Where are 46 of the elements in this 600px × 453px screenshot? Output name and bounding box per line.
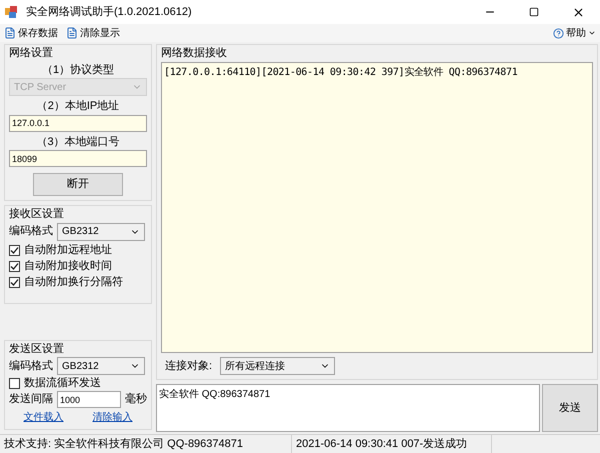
receive-text-area[interactable]: [127.0.0.1:64110][2021-06-14 09:30:42 397]实全软件 QQ:896374871 bbox=[161, 62, 593, 353]
document-icon bbox=[4, 27, 16, 39]
unit-label: 毫秒 bbox=[125, 392, 147, 408]
group-title: 接收区设置 bbox=[9, 206, 65, 222]
checkbox[interactable] bbox=[9, 261, 20, 272]
target-label: 连接对象: bbox=[165, 358, 212, 374]
field-label: 发送间隔 bbox=[9, 392, 53, 408]
group-title: 发送区设置 bbox=[9, 342, 65, 356]
encoding-dropdown[interactable]: GB2312 bbox=[57, 357, 145, 375]
send-text-area[interactable]: 实全软件 QQ:896374871 bbox=[156, 384, 540, 432]
app-icon bbox=[4, 5, 18, 19]
send-button[interactable]: 发送 bbox=[542, 384, 598, 432]
toolbar-button[interactable]: 保存数据 bbox=[4, 26, 58, 40]
window-title: 实全网络调试助手(1.0.2021.0612) bbox=[26, 4, 192, 20]
ip-field[interactable]: 127.0.0.1 bbox=[9, 114, 147, 132]
checkbox-label: 自动附加远程地址 bbox=[24, 243, 112, 258]
interval-field[interactable]: 1000 bbox=[57, 391, 121, 408]
field-label: （2）本地IP地址 bbox=[36, 99, 120, 114]
checkbox[interactable] bbox=[9, 245, 20, 256]
checkbox-label: 自动附加接收时间 bbox=[24, 258, 112, 274]
link[interactable]: 清除输入 bbox=[92, 410, 132, 425]
port-field[interactable]: 18099 bbox=[9, 150, 147, 167]
close-icon bbox=[572, 6, 584, 18]
field-label: （3）本地端口号 bbox=[35, 134, 121, 150]
received-line: [127.0.0.1:64110][2021-06-14 09:30:42 397]实全软件 QQ:896374871 bbox=[164, 66, 518, 80]
checkbox-label: 数据流循环发送 bbox=[24, 376, 101, 391]
toolbar-button[interactable]: 清除显示 bbox=[66, 26, 120, 40]
group-title: 网络设置 bbox=[9, 46, 54, 61]
field-label: 编码格式 bbox=[9, 358, 53, 374]
disconnect-button[interactable]: 断开 bbox=[33, 173, 123, 196]
document-icon bbox=[66, 27, 78, 39]
help-icon bbox=[553, 28, 564, 38]
status-text: 2021-06-14 09:30:41 007-发送成功 bbox=[292, 435, 492, 453]
maximize-icon bbox=[529, 7, 539, 17]
status-text: 技术支持: 实全软件科技有限公司 QQ-896374871 bbox=[0, 435, 292, 453]
caret-icon bbox=[588, 29, 596, 37]
field-label: （1）协议类型 bbox=[40, 62, 116, 78]
help-button[interactable]: 帮助 bbox=[553, 26, 596, 40]
encoding-dropdown[interactable]: GB2312 bbox=[57, 222, 145, 240]
target-dropdown[interactable]: 所有远程连接 bbox=[220, 357, 336, 375]
checkbox[interactable] bbox=[9, 277, 20, 288]
checkbox-label: 自动附加换行分隔符 bbox=[24, 275, 123, 290]
field-label: 编码格式 bbox=[9, 224, 53, 240]
link[interactable]: 文件载入 bbox=[24, 410, 64, 425]
checkbox[interactable] bbox=[9, 378, 20, 388]
panel-title: 网络数据接收 bbox=[161, 46, 228, 61]
